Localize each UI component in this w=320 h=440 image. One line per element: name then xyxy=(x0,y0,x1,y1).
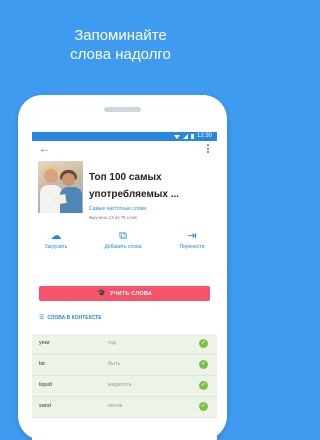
check-icon: ✓ xyxy=(199,339,208,348)
course-actions: ☁ Загрузить ⧉ Добавить слова ⇥ Перенести xyxy=(32,230,217,266)
list-item[interactable]: sand песок ✓ xyxy=(32,397,217,418)
promo-line-1: Запоминайте xyxy=(74,27,167,44)
add-cards-icon: ⧉ xyxy=(119,230,127,242)
back-arrow-icon[interactable]: ← xyxy=(39,144,50,155)
check-icon: ✓ xyxy=(199,402,208,411)
word-text: be xyxy=(39,361,46,367)
course-title-line-1: Топ 100 самых xyxy=(89,172,162,183)
promo-headline: Запоминайте слова надолго xyxy=(0,26,241,64)
learn-words-label: УЧИТЬ СЛОВА xyxy=(109,291,152,297)
status-time: 12:30 xyxy=(196,133,212,139)
course-progress: Выучено 13 из 75 слов xyxy=(89,215,137,220)
word-translation: год xyxy=(108,340,117,346)
section-title: СЛОВА В КОНТЕКСТЕ xyxy=(47,315,102,321)
learn-words-button[interactable]: 🎓 УЧИТЬ СЛОВА xyxy=(39,286,210,301)
word-text: sand xyxy=(39,403,51,409)
course-subtitle: Самые частотные слова xyxy=(89,206,146,212)
list-item[interactable]: be быть ✓ xyxy=(32,355,217,376)
word-text: liquid xyxy=(39,382,52,388)
course-title-line-2: употребляемых ... xyxy=(89,189,180,200)
course-cover-image xyxy=(38,161,83,213)
phone-frame: 12:30 ← Топ 100 самых употребляемых ... … xyxy=(18,95,227,440)
download-button[interactable]: ☁ Загрузить xyxy=(36,230,76,250)
check-icon: ✓ xyxy=(199,360,208,369)
promo-line-2: слова надолго xyxy=(70,46,171,63)
more-menu-icon[interactable] xyxy=(207,144,209,155)
status-bar: 12:30 xyxy=(32,132,217,141)
section-header: ☰ СЛОВА В КОНТЕКСТЕ xyxy=(39,314,101,321)
word-list: year год ✓ be быть ✓ liquid жидкость ✓ s… xyxy=(32,334,217,418)
download-label: Загрузить xyxy=(44,244,68,250)
move-icon: ⇥ xyxy=(187,230,197,242)
wifi-icon xyxy=(173,134,180,139)
phone-speaker xyxy=(104,107,141,112)
word-text: year xyxy=(39,340,50,346)
signal-icon xyxy=(182,134,188,139)
word-translation: песок xyxy=(108,403,123,409)
graduation-cap-icon: 🎓 xyxy=(97,290,106,297)
move-label: Перенести xyxy=(179,244,205,250)
move-button[interactable]: ⇥ Перенести xyxy=(172,230,212,250)
add-words-button[interactable]: ⧉ Добавить слова xyxy=(103,230,143,250)
app-screen: 12:30 ← Топ 100 самых употребляемых ... … xyxy=(32,132,217,440)
cloud-download-icon: ☁ xyxy=(50,230,62,242)
toolbar: ← xyxy=(32,141,217,158)
course-header: Топ 100 самых употребляемых ... Самые ча… xyxy=(32,158,217,220)
list-icon: ☰ xyxy=(39,315,45,321)
word-translation: быть xyxy=(108,361,121,367)
check-icon: ✓ xyxy=(199,381,208,390)
battery-icon xyxy=(190,134,194,139)
word-translation: жидкость xyxy=(108,382,132,388)
course-title: Топ 100 самых употребляемых ... xyxy=(89,169,214,203)
add-words-label: Добавить слова xyxy=(104,244,142,250)
list-item[interactable]: liquid жидкость ✓ xyxy=(32,376,217,397)
list-item[interactable]: year год ✓ xyxy=(32,334,217,355)
